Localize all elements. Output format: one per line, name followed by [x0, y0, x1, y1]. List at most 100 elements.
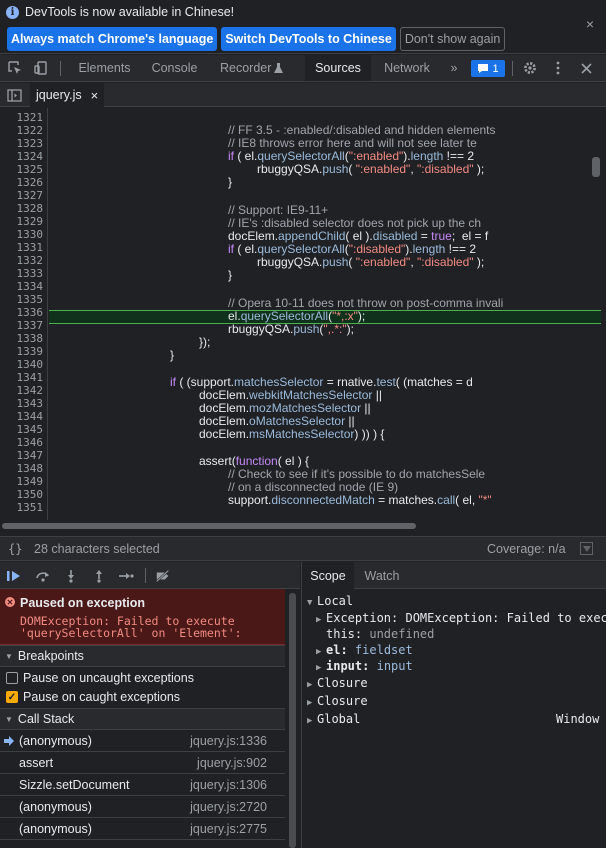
pause-caught-label: Pause on caught exceptions — [23, 690, 181, 704]
line-number[interactable]: 1344 — [17, 410, 44, 423]
line-number[interactable]: 1343 — [17, 397, 44, 410]
scope-exception[interactable]: ▶ Exception: DOMException: Failed to exec — [316, 611, 606, 625]
line-number[interactable]: 1332 — [17, 254, 44, 267]
line-number[interactable]: 1351 — [17, 501, 44, 514]
dont-show-again-button[interactable]: Don't show again — [399, 27, 506, 51]
line-number[interactable]: 1326 — [17, 176, 44, 189]
breakpoints-title: Breakpoints — [17, 649, 84, 663]
collapsed-triangle-icon: ▶ — [316, 615, 322, 625]
line-number[interactable]: 1348 — [17, 462, 44, 475]
breakpoints-section-header[interactable]: ▼ Breakpoints — [0, 645, 285, 667]
code-line-1332: rbuggyQSA.push( ":enabled", ":disabled" … — [257, 255, 485, 269]
line-number[interactable]: 1350 — [17, 488, 44, 501]
callstack-frame[interactable]: (anonymous) jquery.js:2775 — [0, 818, 285, 840]
issues-icon — [478, 64, 489, 73]
debugger-sidebar: ✕ Paused on exception DOMException: Fail… — [0, 589, 285, 848]
line-number[interactable]: 1346 — [17, 436, 44, 449]
line-number[interactable]: 1328 — [17, 202, 44, 215]
toggle-navigator-icon[interactable] — [6, 87, 22, 103]
horizontal-scroll-thumb[interactable] — [2, 523, 416, 529]
frame-function: Sizzle.setDocument — [19, 778, 130, 792]
frame-location: jquery.js:1336 — [190, 734, 267, 748]
code-line-1333: } — [228, 268, 233, 282]
always-match-language-button[interactable]: Always match Chrome's language — [7, 27, 218, 51]
line-number[interactable]: 1336 — [17, 306, 44, 319]
tab-elements[interactable]: Elements — [70, 55, 139, 81]
deactivate-breakpoints-icon[interactable] — [155, 568, 171, 584]
line-number[interactable]: 1345 — [17, 423, 44, 436]
inspect-element-icon[interactable] — [7, 60, 23, 76]
tab-recorder[interactable]: Recorder — [212, 55, 272, 81]
exception-message-line2: 'querySelectorAll' on 'Element': — [20, 626, 242, 640]
step-out-icon[interactable] — [91, 568, 107, 584]
line-number[interactable]: 1325 — [17, 163, 44, 176]
tab-watch[interactable]: Watch — [358, 562, 406, 589]
line-number[interactable]: 1324 — [17, 150, 44, 163]
line-number[interactable]: 1338 — [17, 332, 44, 345]
step-over-icon[interactable] — [35, 568, 51, 584]
line-number[interactable]: 1333 — [17, 267, 44, 280]
line-number[interactable]: 1335 — [17, 293, 44, 306]
line-number[interactable]: 1339 — [17, 345, 44, 358]
code-editor[interactable]: 1321 1322 1323 1324 1325 1326 1327 1328 1329 1330… — [0, 108, 601, 520]
callstack-section-header[interactable]: ▼ Call Stack — [0, 708, 285, 730]
gear-icon[interactable] — [522, 60, 538, 76]
close-infobar-icon[interactable]: × — [586, 16, 594, 32]
pretty-print-icon[interactable]: {} — [8, 542, 22, 556]
code-line-1338: }); — [199, 335, 211, 349]
line-number[interactable]: 1323 — [17, 137, 44, 150]
toolbar-divider — [512, 61, 513, 76]
line-number[interactable]: 1349 — [17, 475, 44, 488]
tab-network[interactable]: Network — [377, 55, 437, 81]
kebab-menu-icon[interactable] — [550, 60, 566, 76]
scope-global[interactable]: ▶ Global — [307, 712, 360, 726]
editor-vertical-scrollbar[interactable] — [592, 157, 600, 177]
issues-badge[interactable]: 1 — [471, 60, 505, 77]
more-tabs-button[interactable]: » — [444, 55, 464, 81]
callstack-frame[interactable]: (anonymous) jquery.js:1336 — [0, 730, 285, 752]
tab-sources[interactable]: Sources — [305, 55, 371, 81]
line-number[interactable]: 1337 — [17, 319, 44, 332]
frame-function: (anonymous) — [19, 734, 92, 748]
sidebar-scrollbar[interactable] — [285, 589, 300, 848]
line-number[interactable]: 1340 — [17, 358, 44, 371]
callstack-frame[interactable]: assert jquery.js:902 — [0, 752, 285, 774]
scope-el[interactable]: ▶ el: fieldset — [316, 643, 413, 657]
line-number[interactable]: 1341 — [17, 371, 44, 384]
device-toolbar-icon[interactable] — [33, 60, 49, 76]
pause-uncaught-checkbox[interactable] — [6, 672, 18, 684]
step-into-icon[interactable] — [63, 568, 79, 584]
line-number-gutter[interactable]: 1321 1322 1323 1324 1325 1326 1327 1328 1329 1330… — [0, 108, 48, 520]
close-devtools-icon[interactable] — [578, 60, 594, 76]
line-number[interactable]: 1330 — [17, 228, 44, 241]
scope-input[interactable]: ▶ input: input — [316, 659, 413, 673]
sidebar-scroll-thumb[interactable] — [289, 593, 296, 848]
switch-to-chinese-button[interactable]: Switch DevTools to Chinese — [221, 27, 396, 51]
file-tab-jquery[interactable]: jquery.js × — [30, 83, 105, 107]
callstack-frame[interactable]: (anonymous) jquery.js:2720 — [0, 796, 285, 818]
pause-caught-checkbox[interactable]: ✓ — [6, 691, 18, 703]
expanded-triangle-icon: ▼ — [307, 598, 313, 608]
scope-closure[interactable]: ▶ Closure — [307, 676, 368, 690]
line-number[interactable]: 1334 — [17, 280, 44, 293]
line-number[interactable]: 1322 — [17, 124, 44, 137]
line-number[interactable]: 1329 — [17, 215, 44, 228]
toggle-bottom-pane-icon[interactable] — [580, 542, 593, 555]
line-number[interactable]: 1342 — [17, 384, 44, 397]
line-number[interactable]: 1327 — [17, 189, 44, 202]
line-number[interactable]: 1347 — [17, 449, 44, 462]
line-number[interactable]: 1331 — [17, 241, 44, 254]
line-number[interactable]: 1321 — [17, 111, 44, 124]
tab-console[interactable]: Console — [143, 55, 206, 81]
tab-scope[interactable]: Scope — [302, 562, 354, 589]
scope-local[interactable]: ▼ Local — [307, 594, 353, 608]
collapsed-triangle-icon: ▶ — [307, 716, 313, 726]
paused-title: Paused on exception — [20, 596, 146, 610]
resume-icon[interactable] — [6, 568, 22, 584]
scope-closure[interactable]: ▶ Closure — [307, 694, 368, 708]
code-line-1326: } — [228, 175, 233, 189]
close-file-tab-icon[interactable]: × — [91, 88, 99, 103]
callstack-frame[interactable]: Sizzle.setDocument jquery.js:1306 — [0, 774, 285, 796]
editor-horizontal-scrollbar[interactable] — [0, 520, 601, 532]
step-icon[interactable] — [118, 568, 134, 584]
